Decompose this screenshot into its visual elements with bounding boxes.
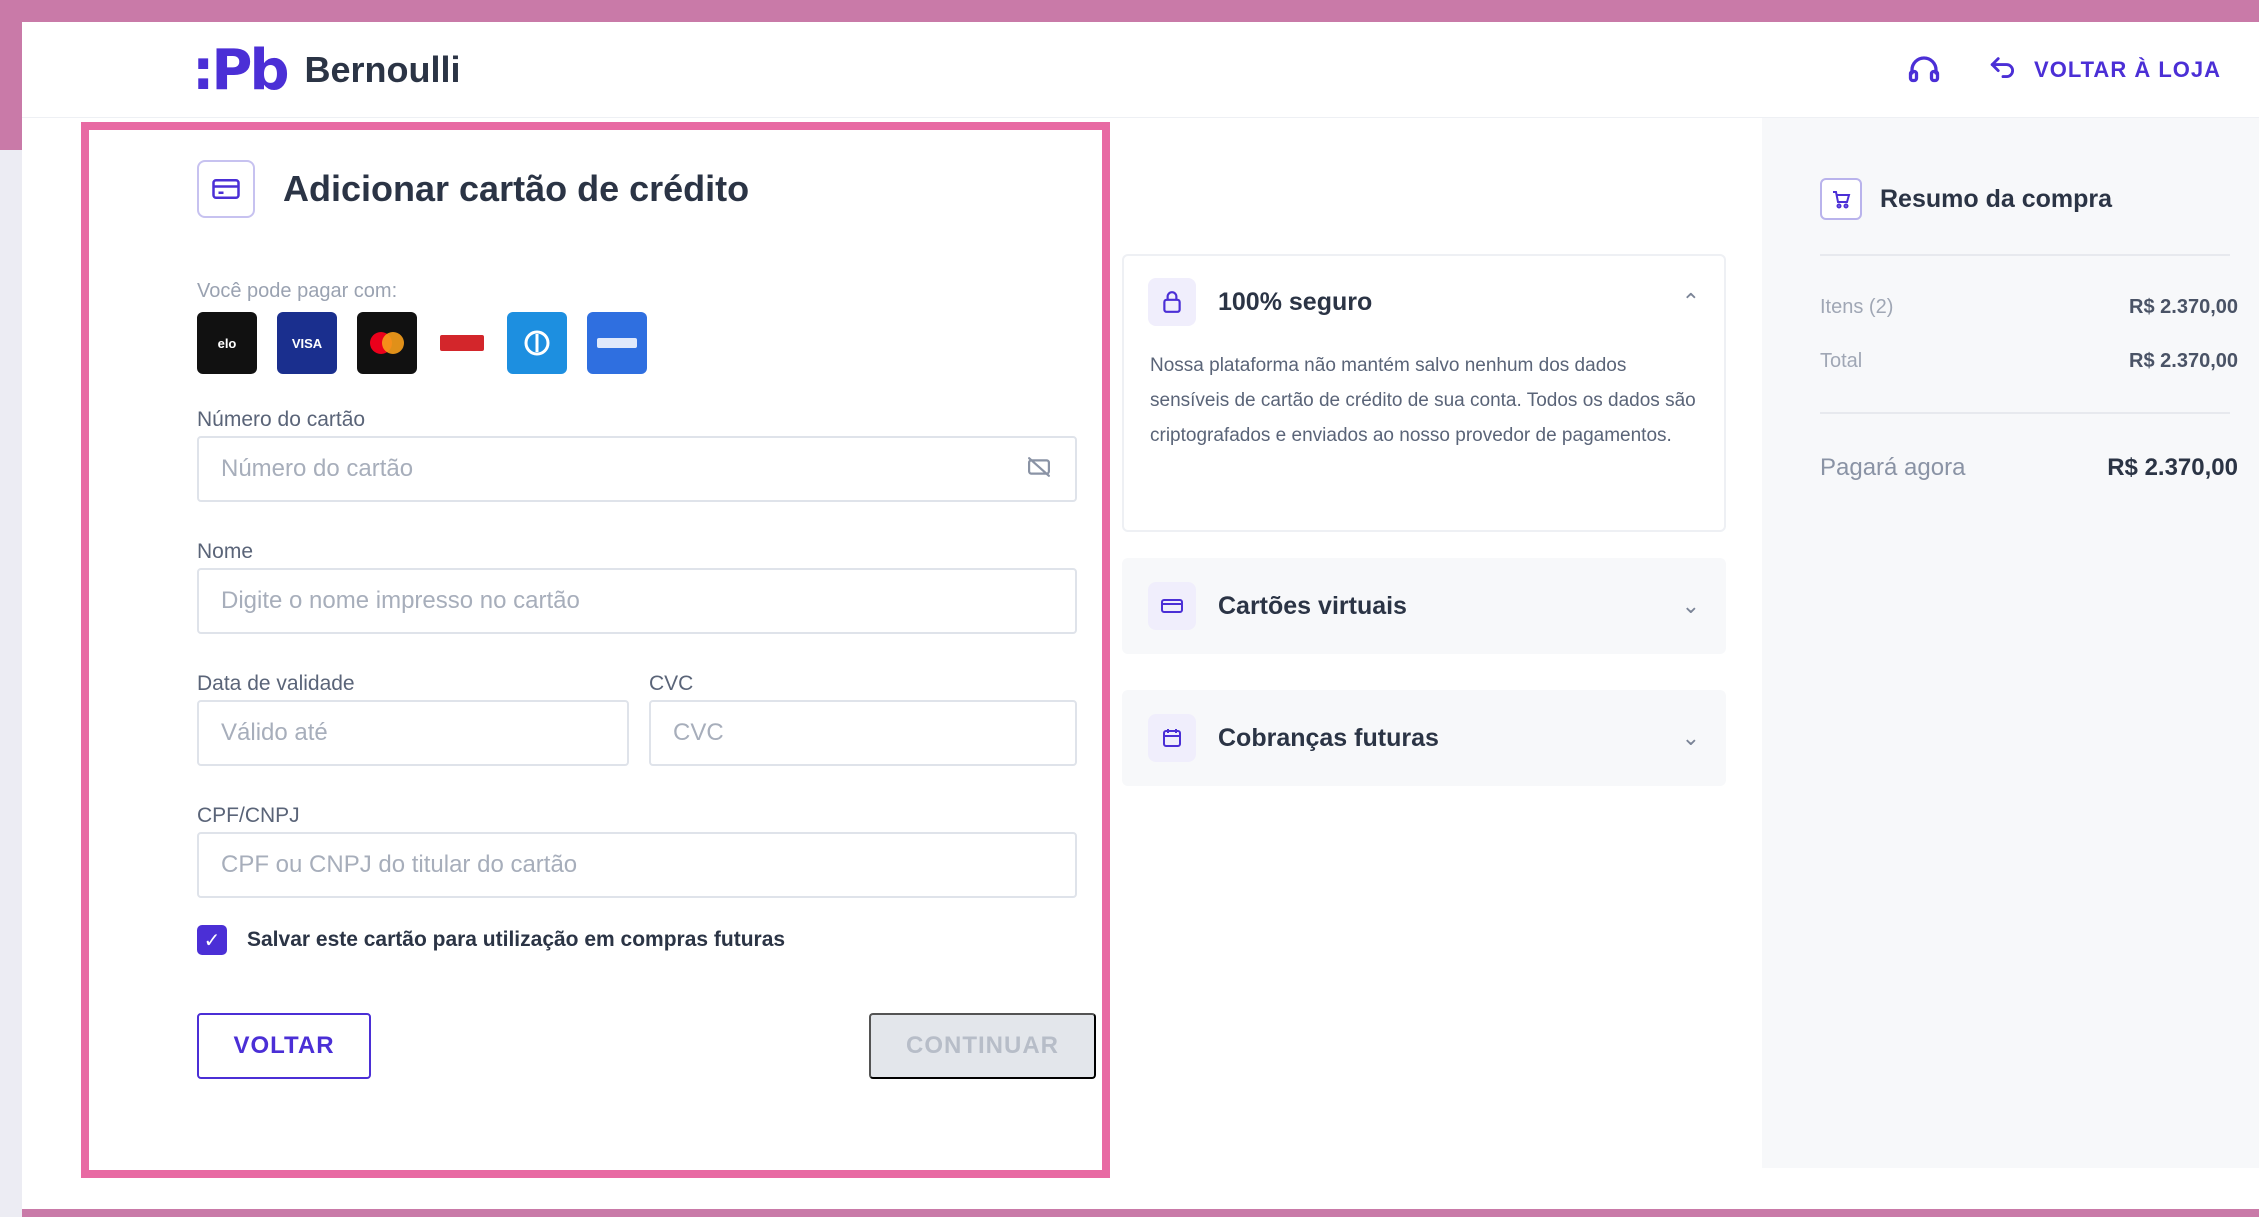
back-to-store-link[interactable]: VOLTAR À LOJA: [1988, 55, 2221, 85]
pay-with-label: Você pode pagar com:: [197, 280, 398, 302]
shopping-cart-icon: [1820, 178, 1862, 220]
cvc-input[interactable]: [673, 719, 1053, 747]
brand-logo[interactable]: :Pb Bernoulli: [192, 34, 461, 106]
name-label: Nome: [197, 540, 254, 563]
cpf-cnpj-field[interactable]: [197, 832, 1077, 898]
calendar-icon: [1148, 714, 1196, 762]
virtual-cards-panel[interactable]: Cartões virtuais ⌄: [1122, 558, 1726, 654]
pay-now-value: R$ 2.370,00: [2107, 454, 2238, 481]
summary-items-row: Itens (2) R$ 2.370,00: [1820, 296, 2238, 319]
save-card-checkbox[interactable]: ✓: [197, 925, 227, 955]
hipercard-brand-icon: [437, 312, 487, 374]
save-card-option[interactable]: ✓ Salvar este cartão para utilização em …: [197, 925, 785, 955]
future-charges-panel[interactable]: Cobranças futuras ⌄: [1122, 690, 1726, 786]
mastercard-brand-icon: [357, 312, 417, 374]
expiry-field[interactable]: [197, 700, 629, 766]
total-label: Total: [1820, 350, 1863, 372]
background-decoration: [0, 150, 22, 1217]
divider: [1820, 254, 2230, 256]
checkout-window: :Pb Bernoulli VOLTAR À LOJA Adicionar ca…: [22, 22, 2259, 1209]
summary-pay-now-row: Pagará agora R$ 2.370,00: [1820, 454, 2238, 482]
return-arrow-icon: [1988, 55, 2018, 85]
chevron-up-icon: ⌃: [1681, 289, 1700, 314]
items-value: R$ 2.370,00: [2129, 296, 2238, 318]
chevron-down-icon: ⌄: [1681, 725, 1700, 750]
pay-now-label: Pagará agora: [1820, 454, 1966, 481]
secure-info-header[interactable]: 100% seguro ⌃: [1124, 256, 1724, 348]
cvc-field[interactable]: [649, 700, 1077, 766]
accepted-card-brands: elo VISA: [197, 312, 647, 374]
hidden-eye-icon[interactable]: [1025, 456, 1053, 483]
back-button[interactable]: VOLTAR: [197, 1013, 371, 1079]
cvc-label: CVC: [649, 672, 694, 695]
add-credit-card-form: Adicionar cartão de crédito Você pode pa…: [81, 122, 1110, 1178]
summary-title: Resumo da compra: [1880, 184, 2113, 213]
name-field[interactable]: [197, 568, 1077, 634]
name-input[interactable]: [221, 587, 1053, 615]
card-number-label: Número do cartão: [197, 408, 366, 431]
future-charges-header[interactable]: Cobranças futuras ⌄: [1124, 692, 1724, 784]
expiry-label: Data de validade: [197, 672, 355, 695]
total-value: R$ 2.370,00: [2129, 350, 2238, 372]
headset-support-icon[interactable]: [1906, 52, 1942, 88]
visa-brand-icon: VISA: [277, 312, 337, 374]
divider: [1820, 412, 2230, 414]
card-number-field[interactable]: [197, 436, 1077, 502]
summary-header: Resumo da compra: [1820, 178, 2112, 220]
save-card-label: Salvar este cartão para utilização em co…: [247, 928, 786, 951]
chevron-down-icon: ⌄: [1681, 593, 1700, 618]
form-title: Adicionar cartão de crédito: [283, 168, 750, 209]
elo-brand-icon: elo: [197, 312, 257, 374]
brand-name: Bernoulli: [304, 49, 461, 90]
expiry-input[interactable]: [221, 719, 605, 747]
diners-brand-icon: [507, 312, 567, 374]
lock-icon: [1148, 278, 1196, 326]
logo-mark: :Pb: [192, 37, 290, 103]
items-label: Itens (2): [1820, 296, 1894, 318]
future-charges-title: Cobranças futuras: [1218, 723, 1439, 752]
cpf-cnpj-input[interactable]: [221, 851, 1053, 879]
secure-info-title: 100% seguro: [1218, 287, 1373, 316]
card-number-input[interactable]: [221, 455, 1025, 483]
summary-total-row: Total R$ 2.370,00: [1820, 350, 2238, 373]
continue-button[interactable]: CONTINUAR: [869, 1013, 1096, 1079]
back-to-store-label: VOLTAR À LOJA: [2034, 57, 2221, 82]
form-header: Adicionar cartão de crédito: [197, 160, 749, 218]
credit-card-icon: [197, 160, 255, 218]
header-actions: VOLTAR À LOJA: [1906, 44, 2221, 96]
secure-info-text: Nossa plataforma não mantém salvo nenhum…: [1150, 355, 1696, 446]
secure-info-panel: 100% seguro ⌃ Nossa plataforma não manté…: [1122, 254, 1726, 532]
cpf-cnpj-label: CPF/CNPJ: [197, 804, 300, 827]
card-icon: [1148, 582, 1196, 630]
order-summary: Resumo da compra Itens (2) R$ 2.370,00 T…: [1762, 118, 2259, 1168]
top-header: :Pb Bernoulli VOLTAR À LOJA: [22, 22, 2259, 118]
amex-brand-icon: [587, 312, 647, 374]
virtual-cards-title: Cartões virtuais: [1218, 591, 1407, 620]
virtual-cards-header[interactable]: Cartões virtuais ⌄: [1124, 560, 1724, 652]
